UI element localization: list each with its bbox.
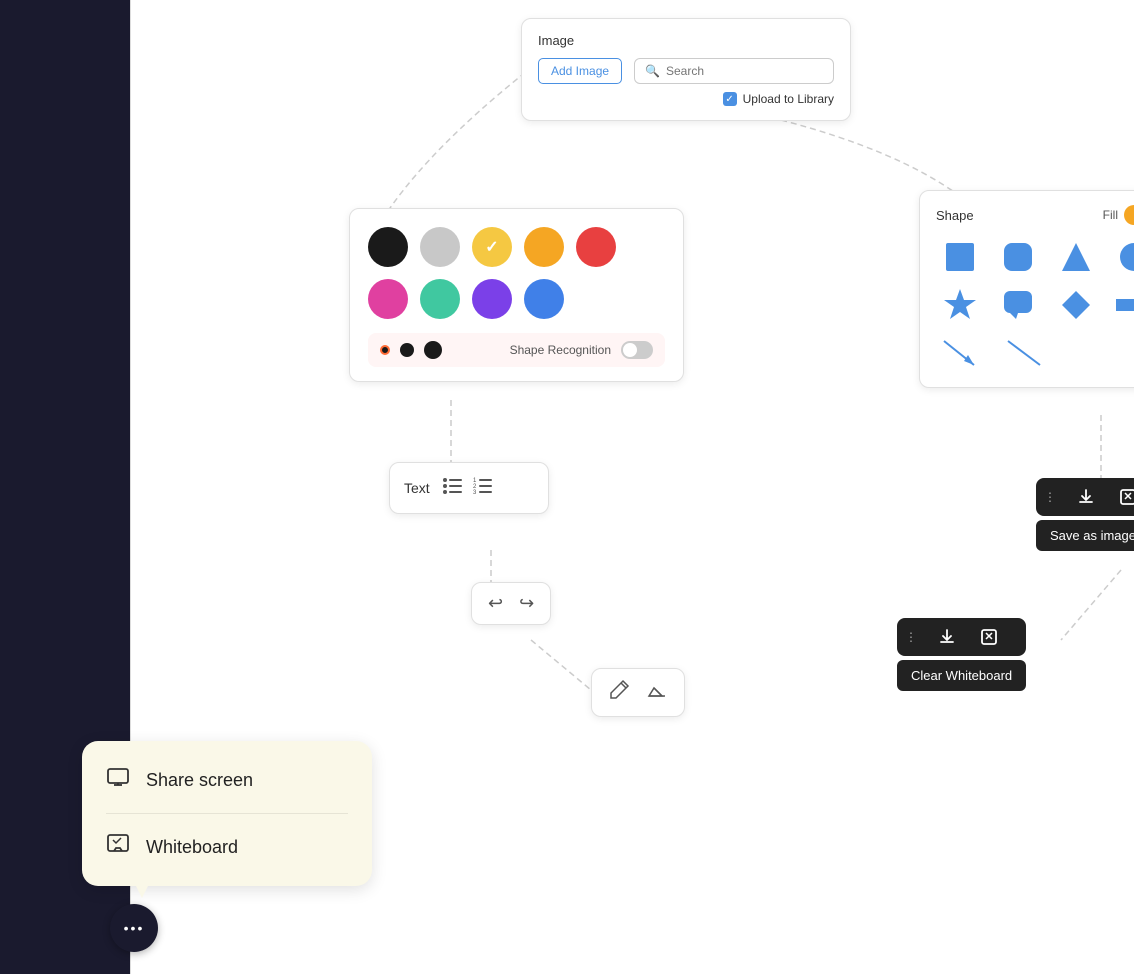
color-red[interactable] bbox=[576, 227, 616, 267]
clear-toolbar-dots: ⋮ bbox=[897, 630, 926, 644]
save-clear-button[interactable] bbox=[1107, 478, 1134, 516]
pen-size-small[interactable] bbox=[380, 345, 390, 355]
text-label: Text bbox=[404, 480, 430, 496]
shape-diagonal-arrow[interactable] bbox=[936, 333, 984, 373]
color-orange[interactable] bbox=[524, 227, 564, 267]
bullet-list-button[interactable] bbox=[442, 475, 464, 501]
image-panel: Image Add Image 🔍 ✓ Upload to Library bbox=[521, 18, 851, 121]
fill-toggle[interactable] bbox=[1124, 205, 1134, 225]
save-toolbar-dots: ⋮ bbox=[1036, 490, 1065, 504]
popup-divider bbox=[106, 813, 348, 814]
clear-toolbar-bar: ⋮ bbox=[897, 618, 1026, 656]
shape-diamond[interactable] bbox=[1052, 285, 1100, 325]
fill-toggle-row: Fill bbox=[1103, 205, 1134, 225]
color-teal[interactable] bbox=[420, 279, 460, 319]
list-icons: 1 2 3 bbox=[442, 475, 494, 501]
shape-recognition-toggle[interactable] bbox=[621, 341, 653, 359]
color-picker-panel: Shape Recognition bbox=[349, 208, 684, 382]
pen-button[interactable] bbox=[608, 679, 630, 706]
color-pink[interactable] bbox=[368, 279, 408, 319]
pen-size-row: Shape Recognition bbox=[368, 333, 665, 367]
shape-square[interactable] bbox=[936, 237, 984, 277]
shape-panel-header: Shape Fill bbox=[936, 205, 1134, 225]
undo-button[interactable]: ↩ bbox=[488, 593, 503, 614]
chat-button[interactable]: ••• bbox=[110, 904, 158, 952]
numbered-list-button[interactable]: 1 2 3 bbox=[472, 475, 494, 501]
color-blue[interactable] bbox=[524, 279, 564, 319]
color-gray[interactable] bbox=[420, 227, 460, 267]
save-toolbar-bar: ⋮ bbox=[1036, 478, 1134, 516]
text-panel: Text 1 2 3 bbox=[389, 462, 549, 514]
search-icon: 🔍 bbox=[645, 64, 660, 78]
save-as-image-tooltip: Save as image bbox=[1036, 520, 1134, 551]
upload-checkbox[interactable]: ✓ bbox=[723, 92, 737, 106]
whiteboard-label: Whiteboard bbox=[146, 837, 238, 858]
color-purple[interactable] bbox=[472, 279, 512, 319]
color-black[interactable] bbox=[368, 227, 408, 267]
shape-star[interactable] bbox=[936, 285, 984, 325]
shape-grid bbox=[936, 237, 1134, 325]
search-box: 🔍 bbox=[634, 58, 834, 84]
eraser-button[interactable] bbox=[646, 679, 668, 706]
shape-arrow-right[interactable] bbox=[1110, 285, 1134, 325]
share-screen-icon bbox=[106, 765, 130, 795]
add-image-button[interactable]: Add Image bbox=[538, 58, 622, 84]
clear-board-button[interactable] bbox=[968, 618, 1010, 656]
whiteboard-icon bbox=[106, 832, 130, 862]
shape-circle[interactable] bbox=[1110, 237, 1134, 277]
share-screen-label: Share screen bbox=[146, 770, 253, 791]
search-input[interactable] bbox=[666, 64, 823, 78]
svg-text:3: 3 bbox=[473, 490, 477, 496]
share-screen-item[interactable]: Share screen bbox=[82, 751, 372, 809]
whiteboard-item[interactable]: Whiteboard bbox=[82, 818, 372, 876]
color-yellow[interactable] bbox=[472, 227, 512, 267]
save-download-button[interactable] bbox=[1065, 478, 1107, 516]
popup-menu: Share screen Whiteboard bbox=[82, 741, 372, 886]
chat-dots-icon: ••• bbox=[124, 920, 145, 936]
shape-panel-title: Shape bbox=[936, 208, 974, 223]
shape-recognition-label: Shape Recognition bbox=[510, 343, 611, 357]
clear-download-button[interactable] bbox=[926, 618, 968, 656]
shape-panel: Shape Fill bbox=[919, 190, 1134, 388]
pen-size-large[interactable] bbox=[424, 341, 442, 359]
shape-diagonal-line[interactable] bbox=[1000, 333, 1048, 373]
pen-size-medium[interactable] bbox=[400, 343, 414, 357]
fill-label: Fill bbox=[1103, 208, 1118, 222]
clear-whiteboard-toolbar: ⋮ Clear Whiteboard bbox=[897, 618, 1026, 691]
shape-chat-bubble[interactable] bbox=[994, 285, 1042, 325]
color-grid bbox=[368, 227, 665, 319]
draw-tools-panel bbox=[591, 668, 685, 717]
upload-label: Upload to Library bbox=[743, 92, 834, 106]
image-panel-title: Image bbox=[538, 33, 834, 48]
line-tools-row bbox=[936, 333, 1134, 373]
shape-triangle[interactable] bbox=[1052, 237, 1100, 277]
clear-whiteboard-tooltip: Clear Whiteboard bbox=[897, 660, 1026, 691]
undo-redo-panel: ↩ ↪ bbox=[471, 582, 551, 625]
redo-button[interactable]: ↪ bbox=[519, 593, 534, 614]
save-as-image-toolbar: ⋮ Save as image bbox=[1036, 478, 1134, 551]
shape-rounded-rect[interactable] bbox=[994, 237, 1042, 277]
